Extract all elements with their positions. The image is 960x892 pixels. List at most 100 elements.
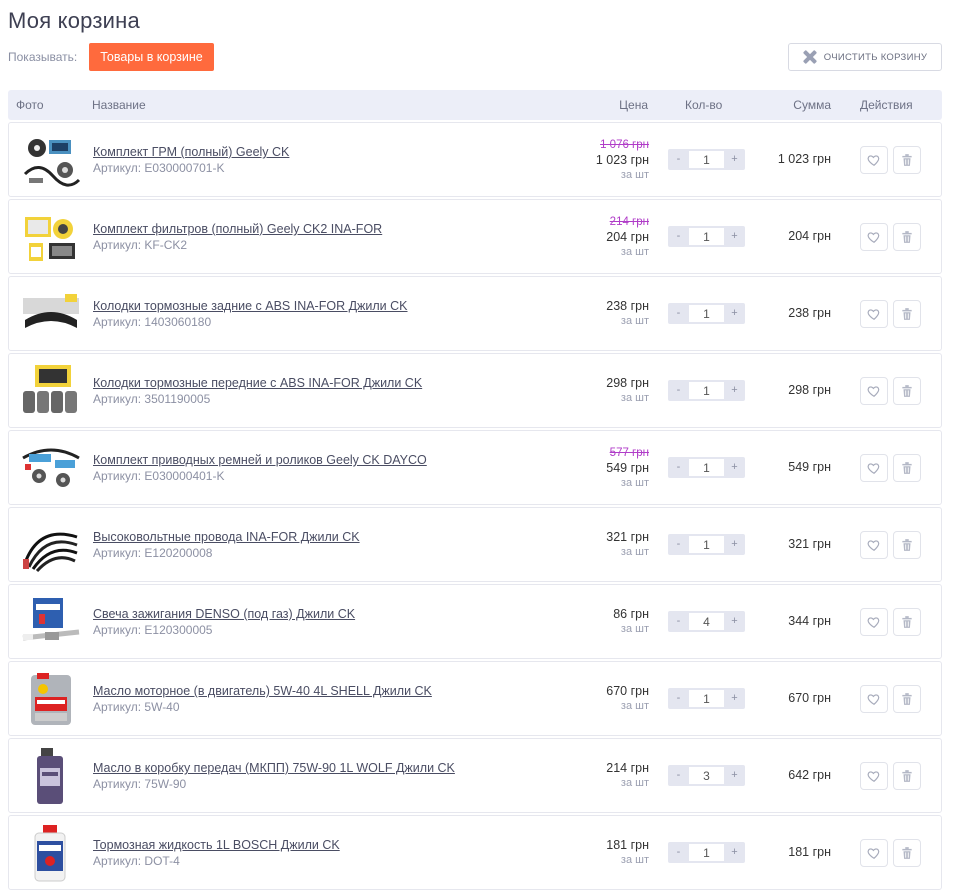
favorite-button[interactable] [860,531,888,559]
line-total: 670 грн [788,691,831,705]
quantity-stepper: - + [668,611,745,632]
qty-decrease-button[interactable]: - [669,765,688,786]
product-name-link[interactable]: Комплект фильтров (полный) Geely CK2 INA… [93,222,382,236]
product-photo[interactable] [19,207,83,267]
delete-button[interactable] [893,146,921,174]
product-photo[interactable] [19,438,83,498]
qty-input[interactable] [689,767,724,784]
qty-input[interactable] [689,536,724,553]
quantity-stepper: - + [668,226,745,247]
header-actions: Действия [860,98,913,112]
qty-increase-button[interactable]: + [725,149,744,170]
line-total: 1 023 грн [777,152,831,166]
trash-icon [902,770,912,782]
cart-item-row: Комплект фильтров (полный) Geely CK2 INA… [8,199,942,274]
product-name-link[interactable]: Свеча зажигания DENSO (под газ) Джили CK [93,607,355,621]
delete-button[interactable] [893,454,921,482]
favorite-button[interactable] [860,608,888,636]
product-sku: Артикул: E030000401-K [93,469,225,483]
qty-decrease-button[interactable]: - [669,457,688,478]
qty-increase-button[interactable]: + [725,457,744,478]
favorite-button[interactable] [860,377,888,405]
favorite-button[interactable] [860,685,888,713]
qty-decrease-button[interactable]: - [669,226,688,247]
delete-button[interactable] [893,608,921,636]
timing-kit-icon [23,139,81,187]
product-photo[interactable] [19,284,83,344]
qty-decrease-button[interactable]: - [669,303,688,324]
qty-increase-button[interactable]: + [725,842,744,863]
price-block: 1 076 грн 1 023 грн за шт [596,138,649,183]
price-unit: за шт [620,623,649,635]
favorite-button[interactable] [860,223,888,251]
spark-plug-icon [22,598,80,641]
delete-button[interactable] [893,685,921,713]
quantity-stepper: - + [668,149,745,170]
qty-input[interactable] [689,382,724,399]
clear-cart-button[interactable]: ОЧИСТИТЬ КОРЗИНУ [788,43,942,71]
delete-button[interactable] [893,300,921,328]
qty-input[interactable] [689,228,724,245]
product-name-link[interactable]: Колодки тормозные передние с ABS INA-FOR… [93,376,422,390]
qty-input[interactable] [689,690,724,707]
product-name-link[interactable]: Колодки тормозные задние с ABS INA-FOR Д… [93,299,408,313]
quantity-stepper: - + [668,688,745,709]
product-photo[interactable] [19,823,83,883]
product-sku: Артикул: E120300005 [93,623,213,637]
product-name-link[interactable]: Высоковольтные провода INA-FOR Джили CK [93,530,360,544]
qty-decrease-button[interactable]: - [669,611,688,632]
favorite-button[interactable] [860,762,888,790]
qty-decrease-button[interactable]: - [669,534,688,555]
delete-button[interactable] [893,839,921,867]
favorite-button[interactable] [860,146,888,174]
qty-increase-button[interactable]: + [725,765,744,786]
price-unit: за шт [620,315,649,327]
qty-input[interactable] [689,305,724,322]
qty-decrease-button[interactable]: - [669,149,688,170]
favorite-button[interactable] [860,454,888,482]
product-name-link[interactable]: Масло моторное (в двигатель) 5W-40 4L SH… [93,684,432,698]
qty-increase-button[interactable]: + [725,534,744,555]
close-icon [803,50,817,64]
favorite-button[interactable] [860,300,888,328]
product-name-link[interactable]: Тормозная жидкость 1L BOSCH Джили CK [93,838,340,852]
qty-increase-button[interactable]: + [725,380,744,401]
qty-increase-button[interactable]: + [725,226,744,247]
filter-cart-items-button[interactable]: Товары в корзине [89,43,214,71]
favorite-button[interactable] [860,839,888,867]
product-name-link[interactable]: Масло в коробку передач (МКПП) 75W-90 1L… [93,761,455,775]
qty-input[interactable] [689,844,724,861]
qty-decrease-button[interactable]: - [669,688,688,709]
product-photo[interactable] [19,592,83,652]
product-name-link[interactable]: Комплект приводных ремней и роликов Geel… [93,453,427,467]
qty-increase-button[interactable]: + [725,303,744,324]
delete-button[interactable] [893,377,921,405]
current-price: 670 грн [606,684,649,698]
product-photo[interactable] [19,669,83,729]
qty-input[interactable] [689,151,724,168]
trash-icon [902,231,912,243]
price-block: 321 грн за шт [606,530,649,560]
product-sku: Артикул: 5W-40 [93,700,180,714]
qty-input[interactable] [689,459,724,476]
qty-input[interactable] [689,613,724,630]
current-price: 1 023 грн [595,153,649,167]
delete-button[interactable] [893,223,921,251]
product-photo[interactable] [19,515,83,575]
delete-button[interactable] [893,531,921,559]
price-block: 214 грн за шт [606,761,649,791]
product-name-link[interactable]: Комплект ГРМ (полный) Geely CK [93,145,289,159]
qty-increase-button[interactable]: + [725,688,744,709]
current-price: 214 грн [606,761,649,775]
qty-decrease-button[interactable]: - [669,842,688,863]
product-photo[interactable] [19,361,83,421]
product-photo[interactable] [19,130,83,190]
price-block: 298 грн за шт [606,376,649,406]
price-unit: за шт [620,246,649,258]
header-sum: Сумма [793,98,831,112]
qty-increase-button[interactable]: + [725,611,744,632]
product-photo[interactable] [19,746,83,806]
delete-button[interactable] [893,762,921,790]
product-sku: Артикул: E120200008 [93,546,213,560]
qty-decrease-button[interactable]: - [669,380,688,401]
